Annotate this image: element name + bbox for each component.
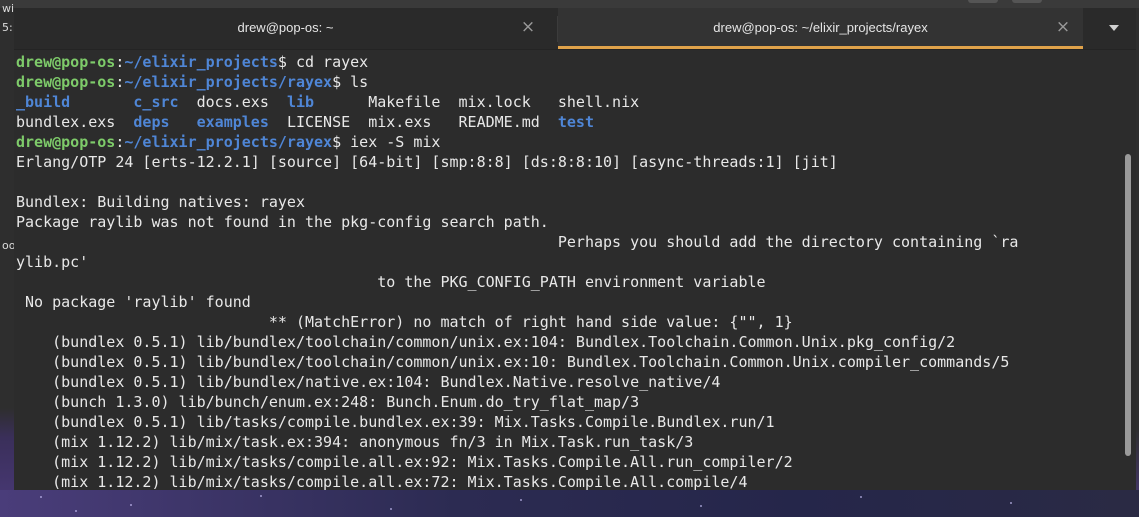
ls-entry: bundlex.exs xyxy=(16,113,116,131)
background-label: wi xyxy=(2,2,15,15)
ls-output-row: _build c_src docs.exs lib Makefile mix.l… xyxy=(16,92,1126,112)
command-text: cd rayex xyxy=(286,53,369,71)
output-line: (bundlex 0.5.1) lib/bundlex/toolchain/co… xyxy=(16,333,956,351)
background-window-left: wi 5: oo xyxy=(0,2,15,517)
prompt-line: drew@pop-os:~/elixir_projects/rayex$ ls xyxy=(16,73,369,91)
close-icon[interactable]: × xyxy=(518,17,538,37)
output-line: (mix 1.12.2) lib/mix/tasks/compile.all.e… xyxy=(16,453,793,471)
output-line: (bunch 1.3.0) lib/bunch/enum.ex:248: Bun… xyxy=(16,393,640,411)
ls-entry: examples xyxy=(196,113,269,131)
ls-entry: mix.exs xyxy=(368,113,432,131)
ls-entry: test xyxy=(557,113,594,131)
terminal-window: drew@pop-os: ~ × drew@pop-os: ~/elixir_p… xyxy=(14,8,1136,490)
prompt-user: drew@pop-os xyxy=(16,53,116,71)
output-line: (bundlex 0.5.1) lib/bundlex/toolchain/co… xyxy=(16,353,1010,371)
prompt-user: drew@pop-os xyxy=(16,133,116,151)
ls-entry: Makefile xyxy=(368,93,441,111)
tab-title: drew@pop-os: ~ xyxy=(237,20,334,35)
scrollbar[interactable] xyxy=(1125,154,1131,456)
prompt-path: ~/elixir_projects/rayex xyxy=(124,133,333,151)
ls-entry: mix.lock xyxy=(458,93,531,111)
close-icon[interactable]: × xyxy=(1053,17,1073,37)
output-line: Bundlex: Building natives: rayex xyxy=(16,193,305,211)
output-line: ** (MatchError) no match of right hand s… xyxy=(16,313,793,331)
ls-entry: c_src xyxy=(133,93,179,111)
output-line: (bundlex 0.5.1) lib/tasks/compile.bundle… xyxy=(16,413,775,431)
output-line: (bundlex 0.5.1) lib/bundlex/native.ex:10… xyxy=(16,373,721,391)
command-text: ls xyxy=(341,73,369,91)
ls-entry: lib xyxy=(286,93,315,111)
output-line: No package 'raylib' found xyxy=(16,293,251,311)
active-tab-indicator xyxy=(558,46,1083,49)
chevron-down-icon[interactable] xyxy=(1104,20,1124,36)
desktop-wallpaper xyxy=(0,490,1139,517)
tab-title: drew@pop-os: ~/elixir_projects/rayex xyxy=(713,20,928,35)
output-line: Perhaps you should add the directory con… xyxy=(16,233,1019,251)
ls-output-row: bundlex.exs deps examples LICENSE mix.ex… xyxy=(16,112,1126,132)
tab-home[interactable]: drew@pop-os: ~ × xyxy=(14,8,557,49)
tab-rayex[interactable]: drew@pop-os: ~/elixir_projects/rayex × xyxy=(558,8,1083,49)
prompt-path: ~/elixir_projects xyxy=(124,53,278,71)
output-line: Erlang/OTP 24 [erts-12.2.1] [source] [64… xyxy=(16,153,838,171)
output-line: (mix 1.12.2) lib/mix/tasks/compile.all.e… xyxy=(16,473,748,490)
top-bar-button[interactable] xyxy=(1012,0,1042,3)
output-line: ylib.pc' xyxy=(16,253,89,271)
desktop-top-bar xyxy=(0,0,1139,8)
tab-bar: drew@pop-os: ~ × drew@pop-os: ~/elixir_p… xyxy=(14,8,1136,50)
prompt-path: ~/elixir_projects/rayex xyxy=(124,73,333,91)
prompt-user: drew@pop-os xyxy=(16,73,116,91)
ls-entry: _build xyxy=(16,93,71,111)
ls-entry: README.md xyxy=(458,113,540,131)
prompt-line: drew@pop-os:~/elixir_projects$ cd rayex xyxy=(16,53,369,71)
prompt-line: drew@pop-os:~/elixir_projects/rayex$ iex… xyxy=(16,133,441,151)
ls-entry: deps xyxy=(133,113,170,131)
ls-entry: shell.nix xyxy=(557,93,640,111)
ls-entry: docs.exs xyxy=(196,93,269,111)
command-text: iex -S mix xyxy=(341,133,441,151)
top-bar-button[interactable] xyxy=(968,0,998,3)
output-line: to the PKG_CONFIG_PATH environment varia… xyxy=(16,273,766,291)
ls-entry: LICENSE xyxy=(286,113,351,131)
output-line: Package raylib was not found in the pkg-… xyxy=(16,213,549,231)
output-line: (mix 1.12.2) lib/mix/task.ex:394: anonym… xyxy=(16,433,694,451)
background-label: 5: xyxy=(2,21,13,34)
terminal-output[interactable]: drew@pop-os:~/elixir_projects$ cd rayex … xyxy=(16,52,1126,490)
